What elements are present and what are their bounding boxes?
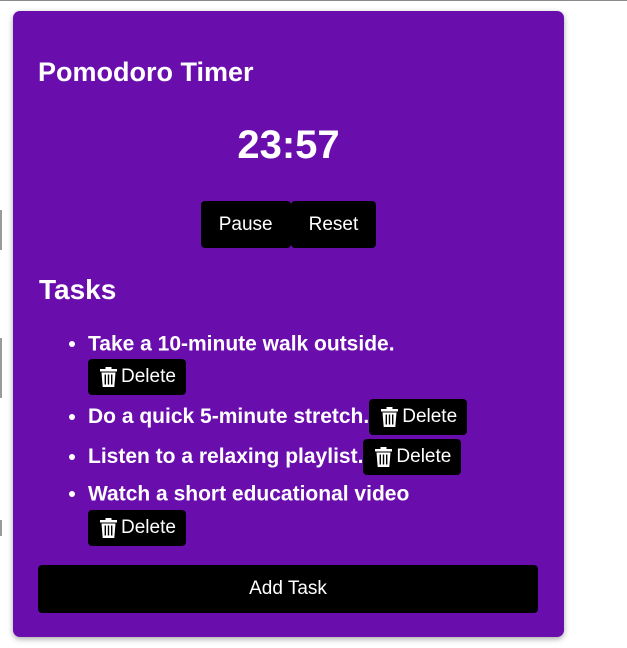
add-task-button[interactable]: Add Task bbox=[38, 565, 538, 613]
pomodoro-card: Pomodoro Timer 23:57 Pause Reset Tasks T… bbox=[13, 11, 564, 637]
task-item: Listen to a relaxing playlist. Delete bbox=[88, 439, 538, 476]
delete-task-button[interactable]: Delete bbox=[88, 359, 186, 396]
trash-icon bbox=[100, 367, 117, 388]
edge-mark bbox=[0, 338, 2, 398]
delete-label: Delete bbox=[121, 366, 176, 388]
timer-display: 23:57 bbox=[237, 123, 340, 167]
window-top-border bbox=[0, 0, 627, 1]
page-background: Pomodoro Timer 23:57 Pause Reset Tasks T… bbox=[0, 0, 627, 648]
task-text: Watch a short educational video bbox=[88, 482, 410, 506]
task-text: Take a 10-minute walk outside. bbox=[88, 332, 395, 356]
trash-icon bbox=[100, 517, 117, 538]
task-item: Watch a short educational video Delete bbox=[88, 479, 468, 546]
trash-icon bbox=[381, 407, 399, 428]
timer-controls: Pause Reset bbox=[13, 201, 564, 248]
delete-label: Delete bbox=[121, 516, 176, 538]
delete-label: Delete bbox=[402, 406, 458, 428]
reset-button[interactable]: Reset bbox=[290, 201, 377, 248]
trash-icon bbox=[375, 447, 393, 468]
edge-mark bbox=[0, 210, 2, 250]
delete-task-button[interactable]: Delete bbox=[88, 509, 186, 546]
delete-task-button[interactable]: Delete bbox=[369, 399, 468, 436]
app-title: Pomodoro Timer bbox=[38, 57, 254, 87]
task-text: Listen to a relaxing playlist. bbox=[88, 445, 364, 469]
task-list: Take a 10-minute walk outside. Delete Do… bbox=[38, 329, 538, 550]
pause-button[interactable]: Pause bbox=[200, 201, 291, 248]
task-item: Do a quick 5-minute stretch. Delete bbox=[88, 399, 538, 436]
task-text: Do a quick 5-minute stretch. bbox=[88, 405, 370, 429]
left-edge-marks bbox=[0, 0, 3, 648]
delete-label: Delete bbox=[396, 446, 452, 468]
edge-mark bbox=[0, 520, 2, 536]
task-item: Take a 10-minute walk outside. Delete bbox=[88, 329, 448, 396]
tasks-heading: Tasks bbox=[39, 274, 117, 305]
delete-task-button[interactable]: Delete bbox=[363, 439, 462, 476]
